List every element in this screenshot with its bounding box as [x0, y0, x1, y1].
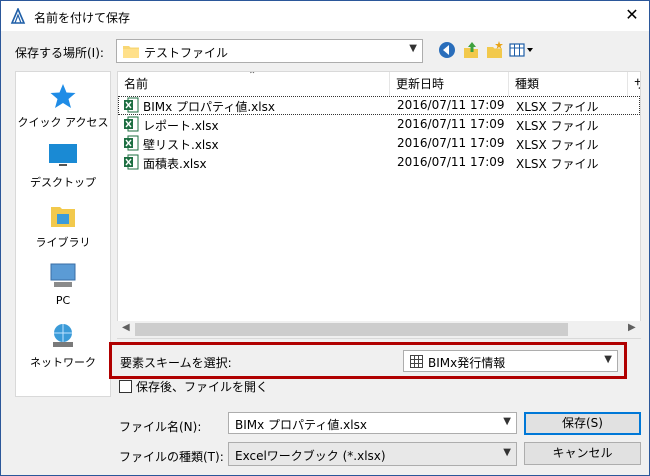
file-date: 2016/07/11 17:09: [397, 136, 505, 150]
file-list: ⌃ 名前 更新日時 種類 サ BIMx プロパティ値.xlsx 2016/07/…: [117, 71, 641, 339]
scheme-dropdown[interactable]: BIMx発行情報 ▼: [403, 350, 618, 372]
column-header-label: 種類: [515, 77, 540, 91]
place-label: デスクトップ: [30, 176, 96, 189]
place-label: PC: [55, 294, 71, 307]
place-library[interactable]: ライブラリ: [16, 202, 110, 250]
file-type: XLSX ファイル: [516, 100, 599, 114]
filename-value: BIMx プロパティ値.xlsx: [235, 418, 367, 432]
scheme-value: BIMx発行情報: [428, 356, 506, 370]
scrollbar-thumb[interactable]: [135, 323, 568, 336]
column-header-type[interactable]: 種類: [509, 72, 628, 96]
column-header-label: 更新日時: [396, 77, 445, 91]
column-header-date[interactable]: 更新日時: [390, 72, 509, 96]
file-date: 2016/07/11 17:09: [397, 155, 505, 169]
chevron-down-icon: ▼: [503, 416, 511, 427]
column-header-label: 名前: [124, 77, 149, 91]
star-icon: [50, 84, 76, 108]
chevron-down-icon: ▼: [503, 447, 511, 458]
location-label: 保存する場所(I):: [15, 46, 104, 60]
file-date: 2016/07/11 17:09: [397, 117, 505, 131]
scroll-left-icon[interactable]: ◀: [122, 322, 130, 333]
grid-icon: [410, 355, 423, 368]
title-bar: 名前を付けて保存 ✕: [1, 1, 649, 31]
column-header-label: サ: [634, 77, 640, 91]
save-as-dialog: 名前を付けて保存 ✕ 保存する場所(I): テストファイル ▼ クイック アクセ…: [0, 0, 650, 476]
network-icon: [53, 324, 73, 347]
back-arrow-icon[interactable]: [437, 40, 457, 60]
table-row[interactable]: 壁リスト.xlsx 2016/07/11 17:09 XLSX ファイル: [118, 134, 640, 153]
close-button[interactable]: ✕: [617, 4, 647, 28]
filetype-dropdown[interactable]: Excelワークブック (*.xlsx) ▼: [228, 442, 517, 466]
view-menu-icon[interactable]: [509, 40, 535, 60]
place-label: クイック アクセス: [17, 116, 109, 129]
column-header-name[interactable]: ⌃ 名前: [118, 72, 390, 96]
file-name: 壁リスト.xlsx: [143, 138, 219, 152]
filename-label: ファイル名(N):: [119, 420, 202, 434]
excel-file-icon: [124, 116, 139, 132]
file-type: XLSX ファイル: [516, 138, 599, 152]
location-dropdown[interactable]: テストファイル ▼: [116, 39, 423, 63]
scheme-label: 要素スキームを選択:: [120, 356, 232, 370]
pc-icon: [50, 263, 76, 287]
library-icon: [51, 207, 75, 227]
place-pc[interactable]: PC: [16, 262, 110, 307]
chevron-down-icon: ▼: [604, 354, 612, 365]
up-folder-icon[interactable]: [461, 40, 481, 60]
file-type: XLSX ファイル: [516, 157, 599, 171]
excel-file-icon: [124, 154, 139, 170]
save-button[interactable]: 保存(S): [524, 412, 641, 435]
table-row[interactable]: レポート.xlsx 2016/07/11 17:09 XLSX ファイル: [118, 115, 640, 134]
archicad-app-icon: [10, 8, 26, 24]
open-after-save-label: 保存後、ファイルを開く: [136, 380, 269, 394]
close-icon: ✕: [625, 5, 639, 24]
file-name: レポート.xlsx: [143, 119, 219, 133]
excel-file-icon: [124, 135, 139, 151]
new-folder-icon[interactable]: [485, 40, 505, 60]
filename-field[interactable]: BIMx プロパティ値.xlsx ▼: [228, 412, 517, 434]
file-name: BIMx プロパティ値.xlsx: [143, 100, 275, 114]
place-label: ライブラリ: [35, 236, 91, 249]
place-label: ネットワーク: [30, 356, 96, 369]
table-row[interactable]: 面積表.xlsx 2016/07/11 17:09 XLSX ファイル: [118, 153, 640, 172]
column-header-size[interactable]: サ: [628, 72, 640, 96]
table-row[interactable]: BIMx プロパティ値.xlsx 2016/07/11 17:09 XLSX フ…: [118, 96, 640, 115]
chevron-down-icon: ▼: [409, 43, 417, 54]
places-bar: クイック アクセス デスクトップ ライブラリ PC ネットワーク: [15, 71, 111, 397]
open-after-save-checkbox[interactable]: [119, 380, 132, 393]
file-type: XLSX ファイル: [516, 119, 599, 133]
desktop-icon: [49, 144, 77, 166]
place-quick-access[interactable]: クイック アクセス: [16, 82, 110, 130]
scheme-highlight-box: 要素スキームを選択: BIMx発行情報 ▼: [109, 342, 627, 379]
folder-icon: [123, 46, 139, 58]
scroll-right-icon[interactable]: ▶: [628, 322, 636, 333]
excel-file-icon: [124, 97, 139, 113]
filetype-value: Excelワークブック (*.xlsx): [235, 449, 386, 463]
horizontal-scrollbar[interactable]: ◀ ▶: [117, 321, 641, 338]
cancel-button[interactable]: キャンセル: [524, 442, 641, 465]
sort-ascending-icon: ⌃: [248, 71, 257, 81]
file-name: 面積表.xlsx: [143, 157, 207, 171]
place-desktop[interactable]: デスクトップ: [16, 142, 110, 190]
file-date: 2016/07/11 17:09: [397, 98, 505, 112]
place-network[interactable]: ネットワーク: [16, 322, 110, 370]
dialog-title: 名前を付けて保存: [34, 11, 131, 25]
location-value: テストファイル: [144, 46, 229, 60]
filetype-label: ファイルの種類(T):: [119, 450, 224, 464]
